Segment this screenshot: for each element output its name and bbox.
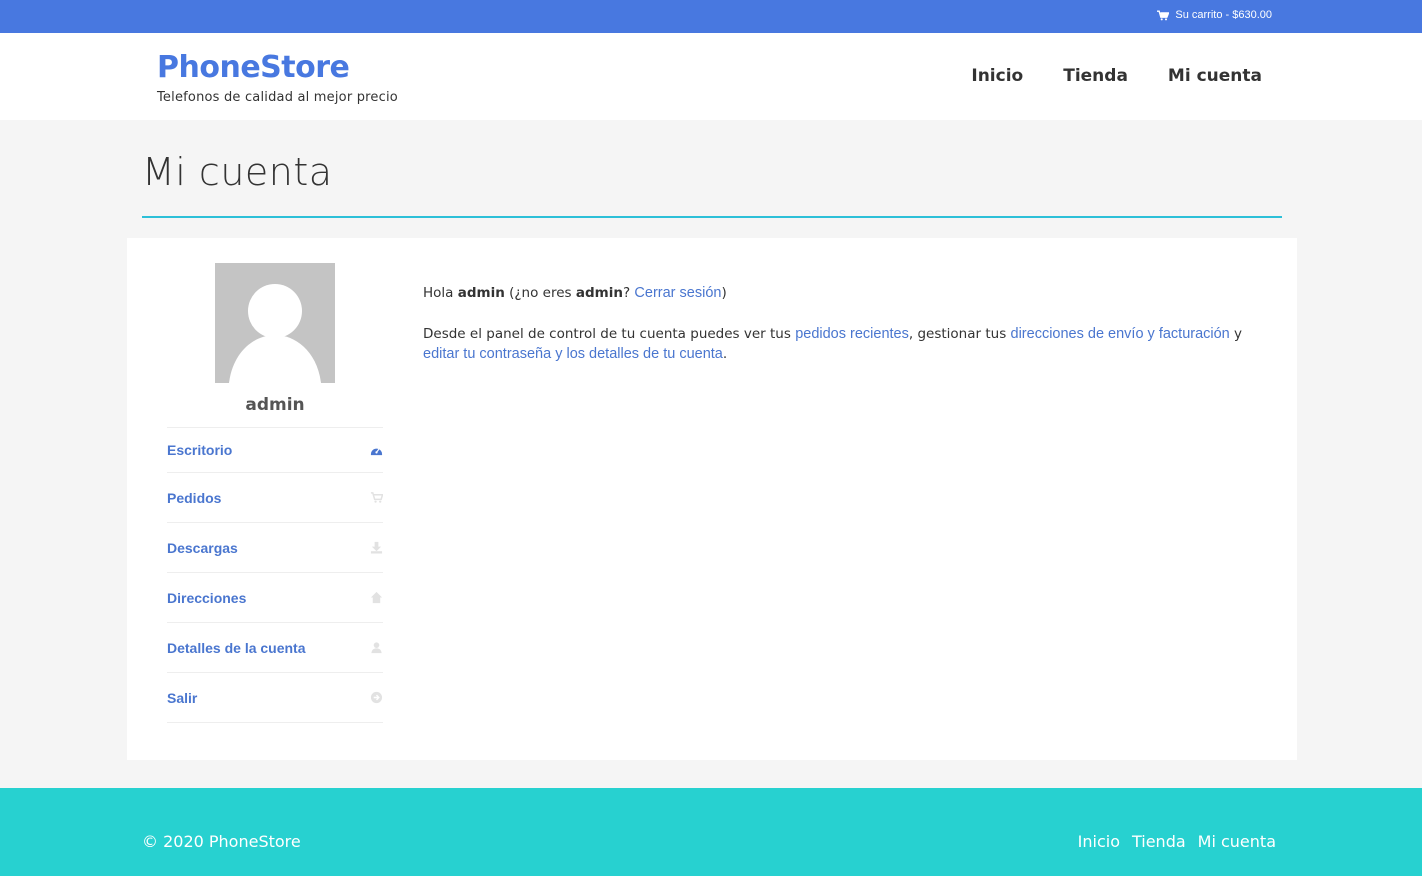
intro-text: . xyxy=(722,346,728,362)
account-nav-pedidos[interactable]: Pedidos xyxy=(167,473,383,523)
account-nav-descargas[interactable]: Descargas xyxy=(167,523,383,573)
account-nav-salir[interactable]: Salir xyxy=(167,673,383,723)
nav-mi-cuenta[interactable]: Mi cuenta xyxy=(1168,66,1262,86)
dashboard-content: Hola admin (¿no eres admin? Cerrar sesió… xyxy=(423,283,1253,385)
user-icon xyxy=(369,641,383,655)
recent-orders-link[interactable]: pedidos recientes xyxy=(795,326,909,342)
page-header: Mi cuenta xyxy=(142,120,1282,218)
cart-icon xyxy=(369,491,383,505)
nav-tienda[interactable]: Tienda xyxy=(1063,66,1128,86)
account-nav-escritorio[interactable]: Escritorio xyxy=(167,428,383,473)
greeting-username: admin xyxy=(457,285,505,301)
user-placeholder-icon xyxy=(215,263,335,383)
logout-icon xyxy=(369,691,383,705)
site-footer: © 2020 PhoneStore Inicio Tienda Mi cuent… xyxy=(0,788,1422,876)
greeting-username: admin xyxy=(575,285,623,301)
logout-link[interactable]: Cerrar sesión xyxy=(634,285,721,301)
download-icon xyxy=(369,541,383,555)
footer-nav-mi-cuenta[interactable]: Mi cuenta xyxy=(1198,832,1276,851)
greeting-text: (¿no eres xyxy=(504,285,576,301)
intro-text: Desde el panel de control de tu cuenta p… xyxy=(423,326,796,342)
brand-tagline: Telefonos de calidad al mejor precio xyxy=(157,90,398,105)
account-nav-label: Detalles de la cuenta xyxy=(167,639,306,656)
addresses-link[interactable]: direcciones de envío y facturación xyxy=(1011,326,1230,342)
site-header: PhoneStore Telefonos de calidad al mejor… xyxy=(0,33,1422,120)
account-content: admin Escritorio Pedidos Descargas Direc… xyxy=(127,238,1297,760)
greeting-text: ? xyxy=(622,285,635,301)
home-icon xyxy=(369,591,383,605)
top-bar: Su carrito - $630.00 xyxy=(0,0,1422,33)
cart-label: Su carrito - $630.00 xyxy=(1175,9,1272,21)
account-username: admin xyxy=(245,395,305,415)
account-nav-label: Descargas xyxy=(167,539,238,556)
account-nav-direcciones[interactable]: Direcciones xyxy=(167,573,383,623)
intro-text: y xyxy=(1229,326,1243,342)
greeting-text: ) xyxy=(721,285,727,301)
account-nav-label: Direcciones xyxy=(167,589,247,606)
cart-link[interactable]: Su carrito - $630.00 xyxy=(1157,9,1272,21)
dashboard-greeting: Hola admin (¿no eres admin? Cerrar sesió… xyxy=(423,283,1253,303)
footer-nav-inicio[interactable]: Inicio xyxy=(1078,832,1120,851)
main-nav: Inicio Tienda Mi cuenta xyxy=(971,66,1262,86)
avatar xyxy=(215,263,335,383)
cart-icon xyxy=(1157,10,1170,20)
footer-nav: Inicio Tienda Mi cuenta xyxy=(1078,832,1276,851)
dashboard-intro: Desde el panel de control de tu cuenta p… xyxy=(423,324,1253,364)
nav-inicio[interactable]: Inicio xyxy=(971,66,1023,86)
footer-copyright: © 2020 PhoneStore xyxy=(142,832,301,851)
account-nav-label: Pedidos xyxy=(167,489,222,506)
greeting-text: Hola xyxy=(423,285,458,301)
account-nav-detalles[interactable]: Detalles de la cuenta xyxy=(167,623,383,673)
intro-text: , gestionar tus xyxy=(908,326,1011,342)
footer-nav-tienda[interactable]: Tienda xyxy=(1132,832,1186,851)
page-title: Mi cuenta xyxy=(142,150,333,194)
dashboard-icon xyxy=(369,443,383,457)
account-navigation: Escritorio Pedidos Descargas Direcciones… xyxy=(167,427,383,723)
account-nav-label: Escritorio xyxy=(167,442,233,458)
account-nav-label: Salir xyxy=(167,689,198,706)
brand-logo[interactable]: PhoneStore Telefonos de calidad al mejor… xyxy=(157,49,398,105)
brand-name: PhoneStore xyxy=(157,50,350,85)
edit-account-link[interactable]: editar tu contraseña y los detalles de t… xyxy=(423,346,723,362)
